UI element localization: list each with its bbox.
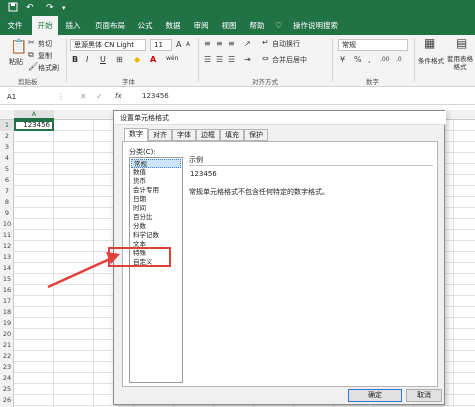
- annotation-arrow-icon: [47, 252, 120, 289]
- excel-window: ↶ ↷ ▾ 文件 开始 插入 页面布局 公式 数据 审阅 视图 帮助 ♡ 操作说…: [0, 0, 475, 407]
